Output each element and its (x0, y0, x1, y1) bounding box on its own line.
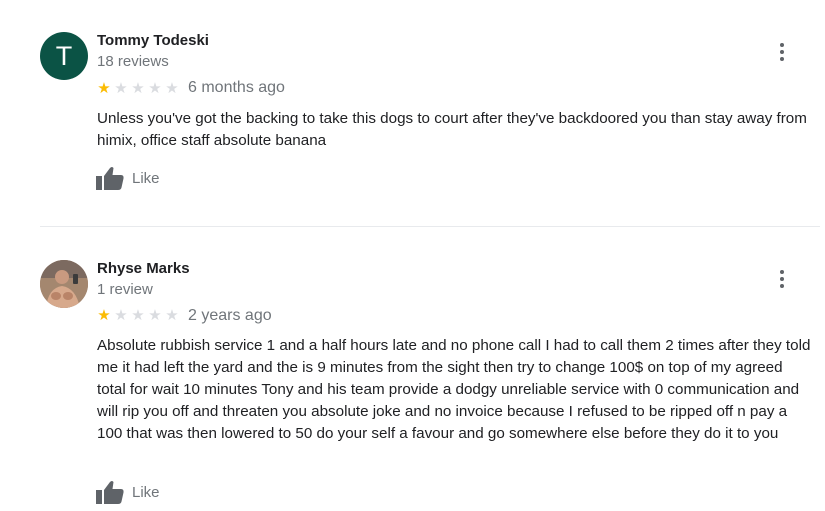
star-icon: ★ (131, 307, 145, 324)
avatar-letter: T (55, 40, 73, 71)
profile-photo-icon (40, 260, 88, 308)
star-icon: ★ (148, 307, 162, 324)
star-icon: ★ (131, 80, 145, 97)
avatar[interactable] (40, 260, 88, 308)
reviewer-name[interactable]: Tommy Todeski (97, 32, 209, 49)
star-icon: ★ (97, 307, 111, 324)
more-options-icon[interactable] (770, 267, 794, 291)
thumbs-up-icon (96, 167, 124, 190)
like-button[interactable]: Like (96, 480, 160, 504)
review-text: Unless you've got the backing to take th… (97, 110, 807, 149)
more-options-icon[interactable] (770, 40, 794, 64)
divider (40, 226, 820, 227)
star-icon: ★ (97, 80, 111, 97)
review-age: 2 years ago (188, 307, 272, 324)
star-icon: ★ (165, 80, 179, 97)
star-icon: ★ (114, 80, 128, 97)
review-age: 6 months ago (188, 79, 285, 96)
star-rating: ★ ★ ★ ★ ★ (96, 81, 180, 96)
star-icon: ★ (114, 307, 128, 324)
star-rating: ★ ★ ★ ★ ★ (96, 308, 180, 323)
review-count[interactable]: 1 review (97, 281, 153, 298)
thumbs-up-icon (96, 481, 124, 504)
like-button[interactable]: Like (96, 166, 160, 190)
star-icon: ★ (165, 307, 179, 324)
reviewer-name[interactable]: Rhyse Marks (97, 260, 190, 277)
avatar[interactable]: T (40, 32, 88, 80)
like-label: Like (132, 483, 160, 501)
review-count[interactable]: 18 reviews (97, 53, 169, 70)
star-icon: ★ (148, 80, 162, 97)
review-text: Absolute rubbish service 1 and a half ho… (97, 337, 811, 442)
like-label: Like (132, 169, 160, 187)
